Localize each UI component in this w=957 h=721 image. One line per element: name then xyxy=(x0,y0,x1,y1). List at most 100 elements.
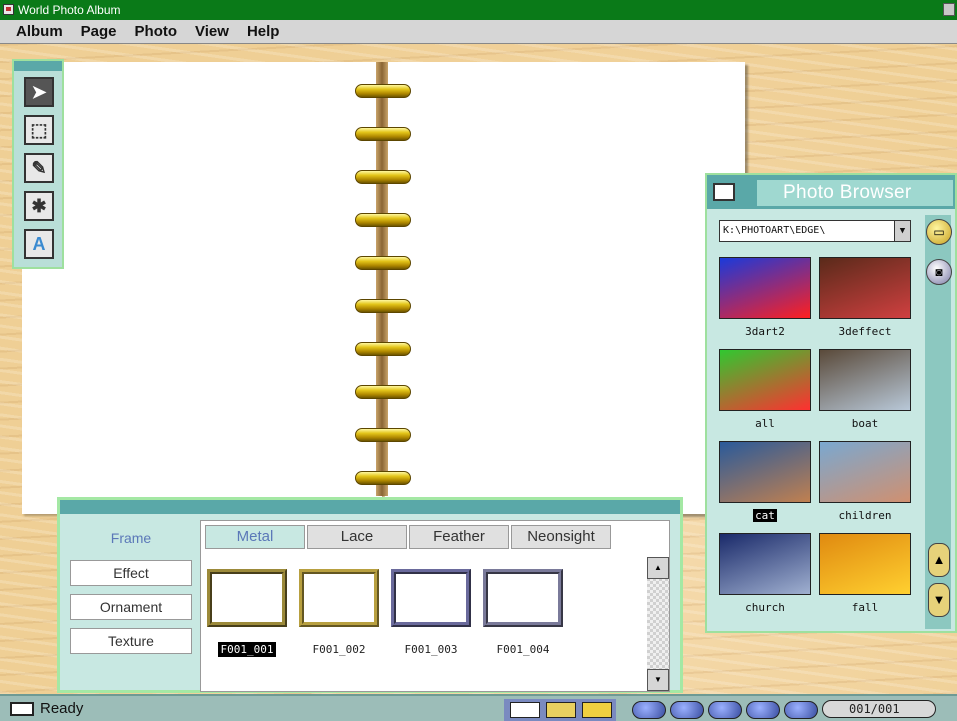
camera-icon: ◙ xyxy=(935,265,943,279)
binder-ring xyxy=(355,299,411,313)
zoom-button[interactable] xyxy=(784,701,818,719)
page-counter-text: 001/001 xyxy=(849,702,900,716)
scroll-down-button[interactable]: ▼ xyxy=(928,583,950,617)
menu-help[interactable]: Help xyxy=(247,23,280,40)
binder-ring xyxy=(355,385,411,399)
photo-thumbnail[interactable]: cat xyxy=(719,441,811,522)
arrow-pointer-icon: ➤ xyxy=(31,82,47,102)
frame-preview xyxy=(299,569,379,627)
frame-scrollbar[interactable]: ▲ ▼ xyxy=(647,557,669,691)
binder-ring xyxy=(355,428,411,442)
scroll-up-button[interactable]: ▲ xyxy=(647,557,669,579)
tab-lace[interactable]: Lace xyxy=(307,525,407,549)
scroll-down-button[interactable]: ▼ xyxy=(647,669,669,691)
photo-thumbnail[interactable]: 3deffect xyxy=(819,257,911,338)
chevron-down-icon[interactable]: ▼ xyxy=(894,221,910,241)
category-ornament[interactable]: Ornament xyxy=(70,594,192,620)
binder-ring xyxy=(355,127,411,141)
thumbnail-caption: 3deffect xyxy=(838,325,892,338)
album-page-left[interactable] xyxy=(22,62,382,514)
category-effect[interactable]: Effect xyxy=(70,560,192,586)
photo-thumbnail[interactable]: boat xyxy=(819,349,911,430)
thumbnail-caption: fall xyxy=(851,601,879,614)
thumbnail-caption: boat xyxy=(851,417,879,430)
tab-metal[interactable]: Metal xyxy=(205,525,305,549)
status-window-icon xyxy=(10,702,34,716)
thumbnail-image xyxy=(719,533,811,595)
view-mode-buttons xyxy=(504,699,616,721)
thumbnail-caption: all xyxy=(755,417,775,430)
status-bar: Ready 001/001 xyxy=(0,694,957,721)
menu-view[interactable]: View xyxy=(195,23,229,40)
window-control-button[interactable] xyxy=(943,3,955,16)
text-tool-button[interactable]: A xyxy=(24,229,54,259)
text-tool-icon: A xyxy=(32,234,46,254)
frame-caption: F001_004 xyxy=(496,643,550,656)
frame-preview xyxy=(391,569,471,627)
thumbnail-caption: cat xyxy=(753,509,777,522)
window-title: World Photo Album xyxy=(18,3,121,17)
folder-select[interactable]: K:\PHOTOART\EDGE\ ▼ xyxy=(719,220,911,242)
frame-thumbnail[interactable]: F001_001 xyxy=(207,569,287,657)
status-text: Ready xyxy=(40,700,84,717)
photo-thumbnail[interactable]: all xyxy=(719,349,811,430)
photo-thumbnail[interactable]: fall xyxy=(819,533,911,614)
menu-photo[interactable]: Photo xyxy=(135,23,178,40)
scroll-up-button[interactable]: ▲ xyxy=(928,543,950,577)
album-page-right[interactable] xyxy=(385,62,745,514)
crop-tool-button[interactable]: ⬚ xyxy=(24,115,54,145)
frame-caption: F001_003 xyxy=(404,643,458,656)
thumbnail-image xyxy=(719,257,811,319)
frame-thumbnail[interactable]: F001_004 xyxy=(483,569,563,656)
tab-feather[interactable]: Feather xyxy=(409,525,509,549)
tool-palette-header[interactable] xyxy=(14,61,62,71)
next-page-button[interactable] xyxy=(708,701,742,719)
binder-ring xyxy=(355,213,411,227)
frame-gallery: Metal Lace Feather Neonsight F001_001 F00… xyxy=(200,520,670,692)
frame-preview xyxy=(483,569,563,627)
photo-browser-header[interactable]: Photo Browser xyxy=(707,175,955,209)
frame-preview xyxy=(207,569,287,627)
photo-browser-title: Photo Browser xyxy=(757,180,953,206)
thumbnail-image xyxy=(819,441,911,503)
printer-icon[interactable] xyxy=(582,702,612,718)
camera-button[interactable]: ◙ xyxy=(926,259,952,285)
app-icon xyxy=(3,4,14,15)
photo-thumbnail[interactable]: 3dart2 xyxy=(719,257,811,338)
binder-ring xyxy=(355,170,411,184)
category-frame[interactable]: Frame xyxy=(70,526,192,552)
pencil-tool-button[interactable]: ✎ xyxy=(24,153,54,183)
first-page-button[interactable] xyxy=(632,701,666,719)
frame-panel: Frame Effect Ornament Texture Metal Lace… xyxy=(57,497,683,693)
last-page-button[interactable] xyxy=(746,701,780,719)
frame-thumbnail[interactable]: F001_002 xyxy=(299,569,379,656)
pencil-icon: ✎ xyxy=(31,158,47,178)
previous-page-button[interactable] xyxy=(670,701,704,719)
binder-ring xyxy=(355,342,411,356)
menu-page[interactable]: Page xyxy=(81,23,117,40)
menu-album[interactable]: Album xyxy=(16,23,63,40)
thumbnail-image xyxy=(819,349,911,411)
open-folder-button[interactable]: ▭ xyxy=(926,219,952,245)
category-texture[interactable]: Texture xyxy=(70,628,192,654)
tab-neonsight[interactable]: Neonsight xyxy=(511,525,611,549)
stamp-icon: ✱ xyxy=(31,196,47,216)
select-tool-button[interactable]: ➤ xyxy=(24,77,54,107)
thumbnail-grid: 3dart2 3deffect all boat cat children church fa… xyxy=(719,257,919,627)
frame-caption: F001_002 xyxy=(312,643,366,656)
frame-thumbnail[interactable]: F001_003 xyxy=(391,569,471,656)
stamp-tool-button[interactable]: ✱ xyxy=(24,191,54,221)
calendar-icon[interactable] xyxy=(510,702,540,718)
thumbnail-image xyxy=(819,533,911,595)
binder-ring xyxy=(355,256,411,270)
menu-bar: Album Page Photo View Help xyxy=(0,20,957,44)
thumbnail-caption: 3dart2 xyxy=(745,325,785,338)
photo-browser-panel: Photo Browser K:\PHOTOART\EDGE\ ▼ ▭ ◙ ▲ … xyxy=(705,173,957,633)
page-counter[interactable]: 001/001 xyxy=(822,700,936,718)
album-icon[interactable] xyxy=(546,702,576,718)
thumbnail-image xyxy=(719,441,811,503)
folder-icon: ▭ xyxy=(933,225,945,239)
photo-thumbnail[interactable]: church xyxy=(719,533,811,614)
photo-thumbnail[interactable]: children xyxy=(819,441,911,522)
frame-panel-header[interactable] xyxy=(60,500,680,514)
